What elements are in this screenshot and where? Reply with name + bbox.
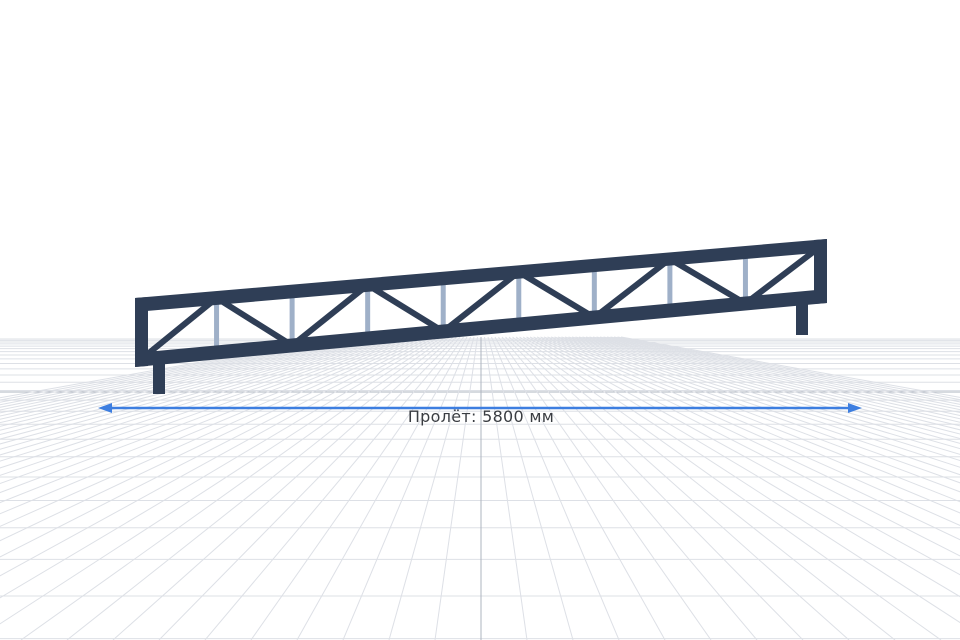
span-dimension-label: Пролёт: 5800 мм bbox=[408, 407, 554, 426]
span-dimension: Пролёт: 5800 мм bbox=[98, 403, 862, 426]
floor-grid bbox=[0, 336, 960, 640]
left-support-leg bbox=[153, 362, 165, 394]
truss-diagonal bbox=[213, 294, 296, 349]
truss-right-end-post bbox=[814, 239, 827, 304]
truss-scene: Пролёт: 5800 мм bbox=[0, 239, 960, 640]
3d-viewport[interactable]: Пролёт: 5800 мм bbox=[0, 0, 960, 640]
truss-left-end-post bbox=[135, 297, 148, 367]
truss-diagonal bbox=[364, 281, 447, 335]
truss-diagonal bbox=[666, 256, 749, 307]
truss-diagonal bbox=[515, 269, 598, 321]
right-support-leg bbox=[796, 302, 808, 335]
